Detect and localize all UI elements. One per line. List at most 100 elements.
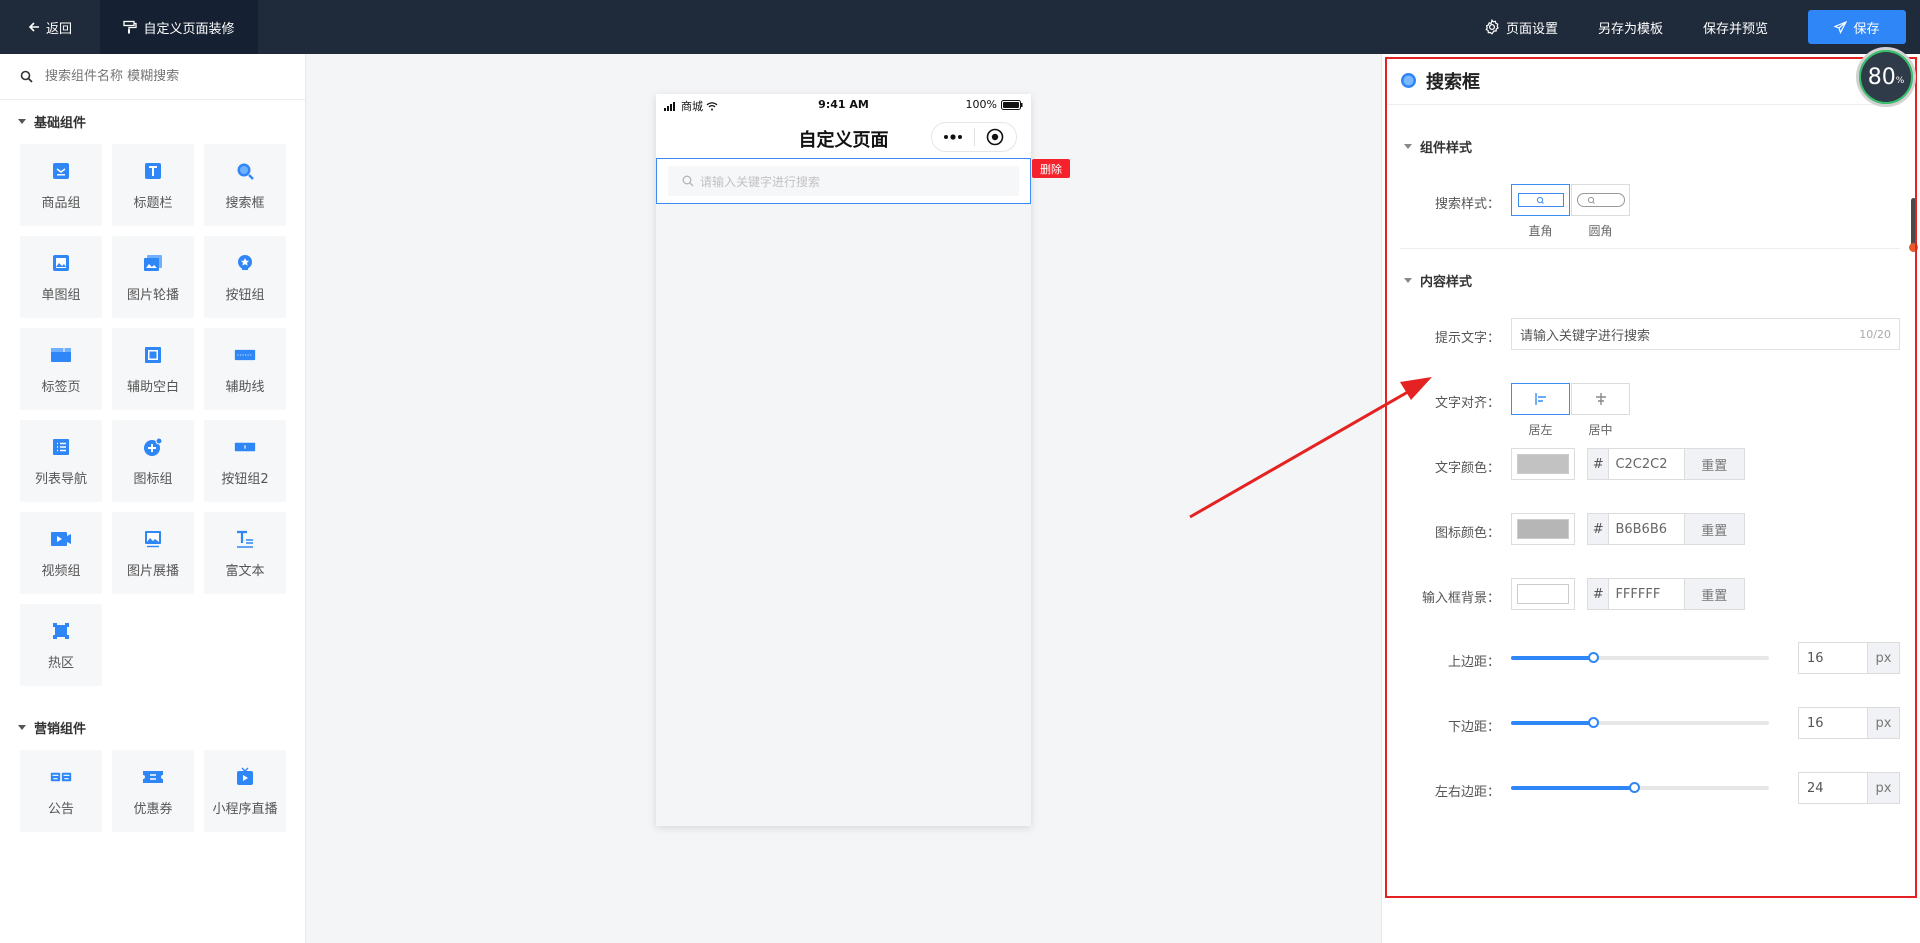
component-image-carousel[interactable]: 图片轮播	[112, 236, 194, 318]
gear-icon	[1485, 19, 1499, 35]
margin-lr-slider[interactable]	[1511, 782, 1769, 793]
margin-bottom-slider[interactable]	[1511, 717, 1769, 728]
input-bg-hex-group: # FFFFFF 重置	[1587, 578, 1745, 610]
component-hotspot[interactable]: 热区	[20, 604, 102, 686]
component-notice[interactable]: 公告	[20, 750, 102, 832]
close-program-button[interactable]	[975, 128, 1017, 146]
search-icon	[20, 70, 33, 83]
slider-handle[interactable]	[1588, 717, 1600, 728]
unit-label: px	[1867, 643, 1899, 673]
hash-prefix: #	[1588, 579, 1610, 609]
tile-label: 单图组	[41, 287, 81, 303]
back-button[interactable]: 返回	[0, 0, 100, 54]
tile-label: 按钮组2	[221, 471, 269, 487]
component-rich-text[interactable]: 富文本	[204, 512, 286, 594]
save-button[interactable]: 保存	[1808, 10, 1906, 44]
component-style-section[interactable]: 组件样式	[1404, 137, 1472, 156]
margin-top-input[interactable]: 16	[1799, 643, 1867, 673]
arrow-left-icon	[28, 22, 39, 32]
placeholder-input[interactable]: 请输入关键字进行搜索 10/20	[1511, 318, 1900, 350]
component-blank-space[interactable]: 辅助空白	[112, 328, 194, 410]
icon-color-reset-button[interactable]: 重置	[1683, 514, 1744, 544]
margin-lr-input[interactable]: 24	[1799, 773, 1867, 803]
input-bg-reset-button[interactable]: 重置	[1683, 579, 1744, 609]
battery-icon	[1001, 99, 1023, 110]
component-search	[0, 54, 305, 100]
caret-down-icon	[18, 725, 26, 730]
component-single-image[interactable]: 单图组	[20, 236, 102, 318]
basic-components-title: 基础组件	[34, 116, 87, 131]
component-video-group[interactable]: 视频组	[20, 512, 102, 594]
component-search-input[interactable]	[45, 69, 285, 84]
content-style-section[interactable]: 内容样式	[1404, 271, 1472, 290]
delete-component-button[interactable]: 删除	[1032, 159, 1070, 178]
tile-label: 热区	[47, 655, 74, 671]
margin-lr-label: 左右边距：	[1434, 785, 1500, 800]
component-button-group2[interactable]: 按钮组2	[204, 420, 286, 502]
component-list-nav[interactable]: 列表导航	[20, 420, 102, 502]
page-title-text: 自定义页面装修	[143, 21, 235, 37]
component-tabs[interactable]: 标签页	[20, 328, 102, 410]
margin-bottom-input[interactable]: 16	[1799, 708, 1867, 738]
content-style-title: 内容样式	[1420, 275, 1473, 290]
text-color-hex-input[interactable]: C2C2C2	[1609, 449, 1683, 479]
single-image-icon	[50, 252, 72, 274]
align-left-icon	[1534, 393, 1546, 405]
zoom-level-badge[interactable]: 80 %	[1856, 47, 1916, 107]
icon-color-hex-group: # B6B6B6 重置	[1587, 513, 1745, 545]
paint-roller-icon	[123, 20, 138, 34]
coupon-icon	[142, 766, 164, 788]
search-widget-input[interactable]: 请输入关键字进行搜索	[668, 166, 1019, 196]
basic-components-header[interactable]: 基础组件	[0, 112, 86, 131]
icon-color-swatch[interactable]	[1511, 513, 1575, 545]
more-dots-icon	[943, 134, 962, 140]
component-icon-group[interactable]: 图标组	[112, 420, 194, 502]
style-option-round[interactable]	[1571, 184, 1630, 216]
component-title-bar[interactable]: 标题栏	[112, 144, 194, 226]
margin-top-slider[interactable]	[1511, 652, 1769, 663]
page-settings-label: 页面设置	[1505, 21, 1558, 37]
marketing-components-header[interactable]: 营销组件	[0, 718, 86, 737]
component-live-stream[interactable]: 小程序直播	[204, 750, 286, 832]
button-group-icon	[234, 252, 256, 274]
align-center-option[interactable]	[1571, 383, 1630, 415]
back-label: 返回	[45, 21, 72, 37]
text-align-label: 文字对齐：	[1434, 396, 1500, 411]
page-settings-button[interactable]: 页面设置	[1484, 18, 1558, 37]
marketing-components-title: 营销组件	[34, 722, 87, 737]
more-button[interactable]	[932, 134, 974, 140]
placeholder-input-value: 请输入关键字进行搜索	[1520, 328, 1651, 344]
text-color-swatch[interactable]	[1511, 448, 1575, 480]
slider-fill	[1511, 656, 1594, 660]
component-divider-line[interactable]: 辅助线	[204, 328, 286, 410]
hotspot-icon	[50, 620, 72, 642]
align-left-option[interactable]	[1511, 383, 1570, 415]
component-image-showcase[interactable]: 图片展播	[112, 512, 194, 594]
component-button-group[interactable]: 按钮组	[204, 236, 286, 318]
page-title: 自定义页面装修	[100, 0, 258, 54]
input-bg-hex-input[interactable]: FFFFFF	[1609, 579, 1683, 609]
tile-label: 搜索框	[225, 195, 265, 211]
tile-label: 列表导航	[34, 471, 87, 487]
margin-bottom-number: 16 px	[1798, 707, 1900, 739]
component-goods-group[interactable]: 商品组	[20, 144, 102, 226]
component-search-box[interactable]: 搜索框	[204, 144, 286, 226]
tile-label: 图标组	[133, 471, 173, 487]
style-option-square[interactable]	[1511, 184, 1570, 216]
margin-lr-number: 24 px	[1798, 772, 1900, 804]
input-bg-swatch[interactable]	[1511, 578, 1575, 610]
panel-scrollbar[interactable]	[1911, 198, 1916, 248]
text-color-reset-button[interactable]: 重置	[1683, 449, 1744, 479]
slider-handle[interactable]	[1588, 652, 1600, 663]
style-option-round-label: 圆角	[1588, 224, 1613, 238]
component-coupon[interactable]: 优惠券	[112, 750, 194, 832]
unit-label: px	[1867, 773, 1899, 803]
search-widget-preview[interactable]: 请输入关键字进行搜索	[656, 158, 1031, 204]
mini-program-capsule	[931, 122, 1017, 152]
round-search-icon	[1576, 193, 1625, 207]
margin-bottom-label: 下边距：	[1447, 720, 1500, 735]
save-and-preview-button[interactable]: 保存并预览	[1703, 18, 1768, 37]
component-style-title: 组件样式	[1420, 141, 1473, 156]
icon-color-hex-input[interactable]: B6B6B6	[1609, 514, 1683, 544]
save-as-template-button[interactable]: 另存为模板	[1598, 18, 1663, 37]
